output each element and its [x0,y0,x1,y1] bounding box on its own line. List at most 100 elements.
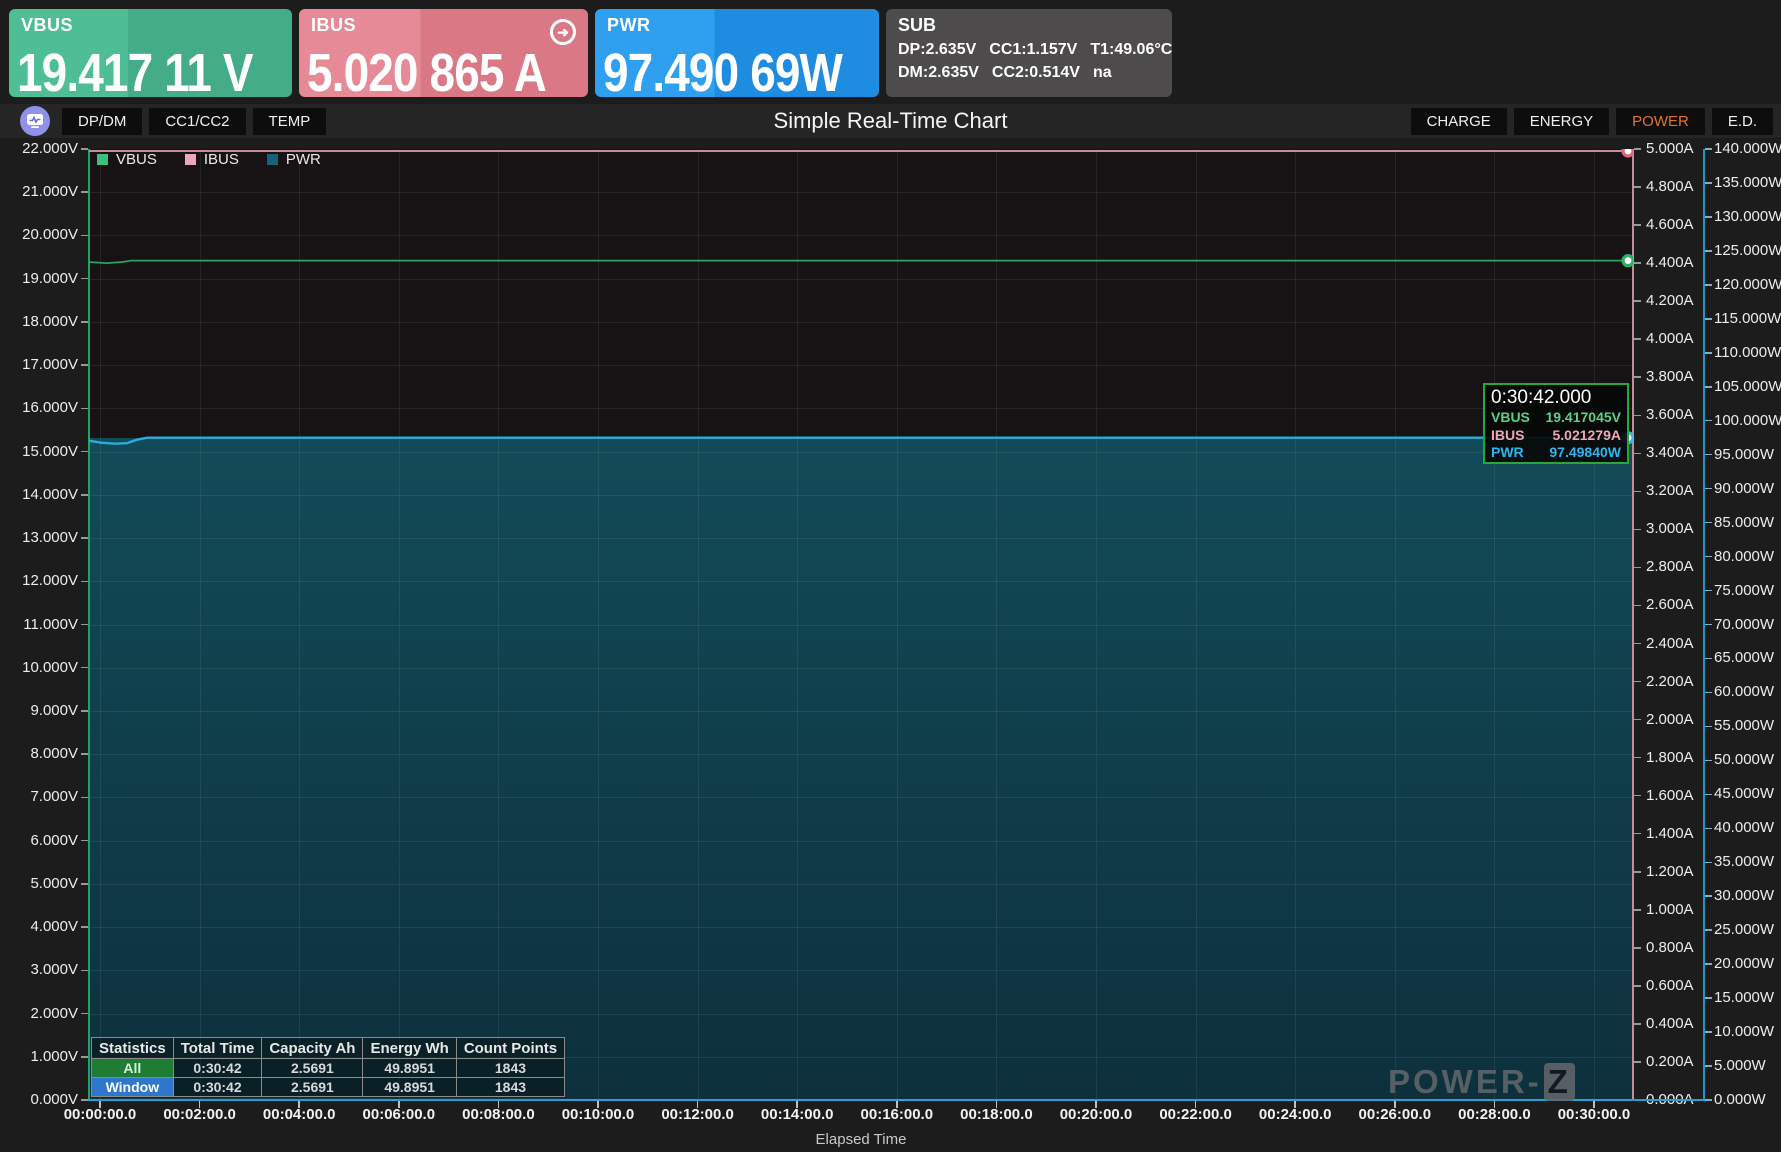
current-tick [1634,1023,1641,1025]
current-tick [1634,452,1641,455]
legend-item-ibus[interactable]: IBUS [184,151,239,168]
power-tick [1705,386,1712,388]
stats-row-all: All 0:30:42 2.5691 49.8951 1843 [91,1058,566,1078]
stats-row-name[interactable]: All [91,1058,174,1078]
tooltip-series-label: VBUS [1491,409,1530,425]
power-tick-label: 50.000W [1714,751,1775,769]
tab-e-d-[interactable]: E.D. [1711,107,1773,135]
power-axis-line [1703,149,1705,1100]
current-tick [1634,832,1641,835]
stats-cell: 2.5691 [261,1058,364,1078]
current-tick [1634,871,1641,873]
sub-value: CC2:0.514V [991,64,1080,81]
voltage-tick [81,623,88,626]
voltage-tick [81,710,88,712]
power-tick [1705,963,1712,965]
pwr-tile[interactable]: PWR 97.490 69W [595,9,879,103]
current-tick-label: 4.000A [1646,330,1694,348]
voltage-tick [81,1012,88,1015]
tab-cc1-cc2[interactable]: CC1/CC2 [149,107,246,135]
power-tick-label: 75.000W [1714,581,1775,599]
sub-values-row1: DP:2.635V CC1:1.157V T1:49.06°C [898,41,1172,59]
tab-charge[interactable]: CHARGE [1410,107,1507,135]
stats-header: Capacity Ah [261,1037,364,1059]
power-tick-label: 0.000W [1714,1091,1766,1108]
power-tick-label: 80.000W [1714,547,1775,565]
power-tick [1705,759,1712,762]
current-tick [1634,224,1641,226]
sub-value: na [1092,64,1112,81]
legend-label: VBUS [116,151,157,168]
voltage-tick [81,321,88,323]
voltage-tick-label: 14.000V [22,485,78,503]
voltage-tick-label: 21.000V [22,183,78,201]
voltage-tick-label: 15.000V [22,442,78,460]
stats-cell: 2.5691 [261,1077,364,1097]
chart-legend: VBUS IBUS PWR [97,151,321,168]
sub-values-row2: DM:2.635V CC2:0.514V na [898,64,1160,82]
sub-tile[interactable]: SUB DP:2.635V CC1:1.157V T1:49.06°C DM:2.6… [886,9,1172,97]
power-tick [1705,589,1712,592]
current-tick [1634,680,1641,683]
stats-header: Count Points [455,1037,566,1059]
power-tick-label: 135.000W [1714,173,1781,191]
tooltip-series-label: PWR [1491,444,1524,460]
power-tick [1705,521,1712,524]
legend-item-pwr[interactable]: PWR [266,151,321,168]
power-tick-label: 120.000W [1714,275,1781,293]
current-tick-label: 3.600A [1646,406,1694,424]
x-axis-title: Elapsed Time [815,1131,907,1148]
tooltip-row-vbus: VBUS 19.417045V [1491,409,1621,427]
current-tick-label: 2.800A [1646,558,1694,576]
power-tick-label: 125.000W [1714,241,1781,259]
stats-cell: 0:30:42 [172,1077,263,1097]
current-tick [1634,262,1641,264]
current-tick [1634,490,1641,493]
power-tick-label: 40.000W [1714,819,1775,837]
x-tick-label: 00:04:00.0 [262,1106,336,1123]
power-tick [1705,1031,1712,1033]
vbus-tile-value: 19.417 11 V [17,43,254,103]
current-tick-label: 2.400A [1646,634,1694,652]
power-tick-label: 55.000W [1714,717,1775,735]
left-tab-group: DP/DM CC1/CC2 TEMP [62,107,327,135]
voltage-tick [81,1099,88,1101]
power-z-watermark: POWER- Z [1388,1063,1575,1101]
power-tick-label: 30.000W [1714,887,1775,905]
tooltip-series-value: 19.417045V [1545,409,1621,425]
vbus-tile[interactable]: VBUS 19.417 11 V [9,9,292,103]
legend-item-vbus[interactable]: VBUS [97,151,157,168]
x-tick-label: 00:20:00.0 [1059,1106,1133,1123]
voltage-tick-label: 5.000V [30,874,78,892]
tab-energy[interactable]: ENERGY [1513,107,1610,135]
power-tick-label: 70.000W [1714,615,1775,633]
vbus-line [89,259,1633,265]
power-tick [1705,997,1712,999]
stats-cell: 1843 [455,1058,566,1078]
ibus-tile[interactable]: IBUS ➜ 5.020 865 A [299,9,588,103]
current-tick-label: 0.400A [1646,1014,1694,1032]
sub-value: T1:49.06°C [1090,41,1173,58]
tab-temp[interactable]: TEMP [252,107,327,135]
stats-header: Total Time [172,1037,263,1059]
x-tick-label: 00:28:00.0 [1458,1106,1531,1123]
arrow-right-icon[interactable]: ➜ [550,19,576,45]
tab-dp-dm[interactable]: DP/DM [62,107,143,135]
voltage-tick [81,753,88,755]
power-tick [1705,453,1712,456]
stats-row-name[interactable]: Window [91,1077,174,1097]
voltage-tick [81,364,88,366]
voltage-tick [81,407,88,410]
current-tick [1634,338,1641,340]
chart-app-icon[interactable] [20,106,50,136]
power-tick [1705,929,1712,931]
stats-cell: 1843 [455,1077,566,1097]
stats-cell: 0:30:42 [172,1058,263,1078]
current-tick [1634,985,1641,987]
current-tick-label: 3.800A [1646,368,1694,386]
current-tick [1634,300,1641,302]
voltage-tick [81,1056,88,1058]
voltage-tick-label: 12.000V [22,572,78,590]
tab-power[interactable]: POWER [1616,107,1705,135]
voltage-tick-label: 7.000V [30,788,78,806]
